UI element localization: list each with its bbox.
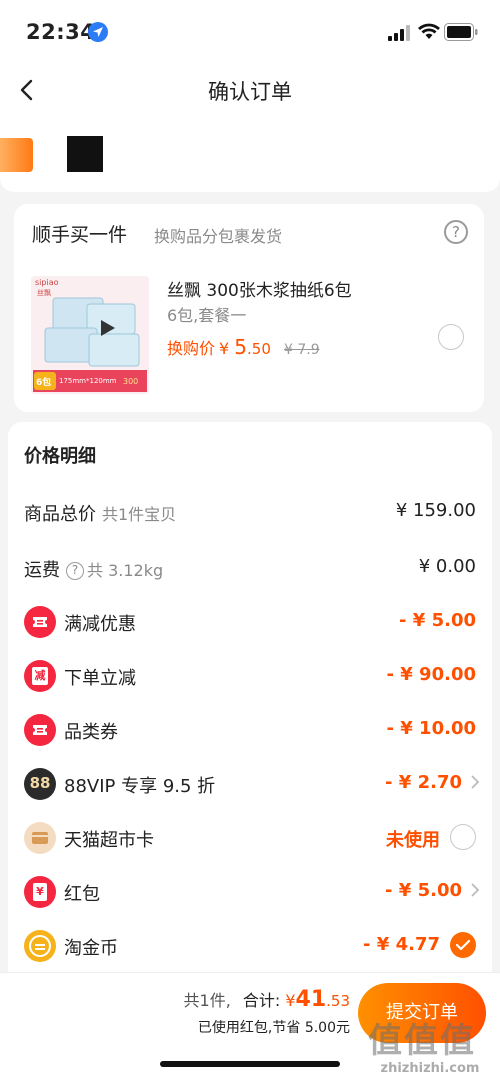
vip-discount-row[interactable]: 88 88VIP 专享 9.5 折 - ¥ 2.70 <box>8 764 492 804</box>
tmall-card-radio[interactable] <box>450 824 476 850</box>
help-icon[interactable]: ? <box>444 220 468 244</box>
shipping-row: 运费? 共 3.12kg ¥ 0.00 <box>8 548 492 588</box>
price-label: 换购价 <box>167 339 216 358</box>
thumb-brand-cn: 丝飘 <box>37 289 51 297</box>
original-price: ¥ 7.9 <box>283 342 320 358</box>
location-arrow-icon <box>88 22 108 42</box>
total-integer: 41 <box>295 987 327 1012</box>
category-coupon-label: 品类券 <box>64 722 118 743</box>
reduce-icon: 减 <box>24 660 56 692</box>
gold-coin-label: 淘金币 <box>64 938 118 959</box>
addon-select-radio[interactable] <box>438 324 464 350</box>
ticket-icon <box>24 714 56 746</box>
shipping-label-group: 运费? 共 3.12kg <box>24 556 163 582</box>
goods-total-value: ¥ 159.00 <box>395 500 476 521</box>
shipping-help-icon[interactable]: ? <box>66 562 84 580</box>
page-title: 确认订单 <box>208 80 292 104</box>
address-censor-block <box>0 138 33 172</box>
vip-discount-value: - ¥ 2.70 <box>385 772 462 793</box>
address-card[interactable] <box>0 116 500 192</box>
price-integer: 5 <box>234 335 248 359</box>
product-spec: 6包,套餐一 <box>167 306 247 325</box>
addon-title: 顺手买一件 <box>32 224 128 246</box>
submit-order-button[interactable]: 提交订单 <box>358 983 486 1043</box>
red-packet-label: 红包 <box>64 884 100 905</box>
tmall-card-value: 未使用 <box>386 830 440 851</box>
order-confirm-page: 22:34 确认订单 顺手买一件 换购品分包裹发货 ? sipiao 丝飘 6包… <box>0 0 500 1083</box>
thumb-badge: 6包 <box>36 378 52 388</box>
vip88-icon: 88 <box>24 768 56 800</box>
cellular-signal-icon <box>388 25 410 41</box>
addon-card: 顺手买一件 换购品分包裹发货 ? sipiao 丝飘 6包 175mm*120m… <box>14 204 484 412</box>
red-packet-value: - ¥ 5.00 <box>385 880 462 901</box>
ticket-icon <box>24 606 56 638</box>
total-decimal: .53 <box>326 992 350 1010</box>
category-coupon-value: - ¥ 10.00 <box>386 718 476 739</box>
coin-icon <box>24 930 56 962</box>
category-coupon-row: 品类券 - ¥ 10.00 <box>8 710 492 750</box>
thumb-size: 175mm*120mm <box>59 377 117 385</box>
red-packet-row[interactable]: ¥ 红包 - ¥ 5.00 <box>8 872 492 912</box>
battery-icon <box>444 23 478 41</box>
addon-subtitle: 换购品分包裹发货 <box>154 227 283 246</box>
goods-total-label: 商品总价 <box>24 504 96 525</box>
gold-coin-value: - ¥ 4.77 <box>363 934 440 955</box>
product-price: 换购价 ¥ 5.50 ¥ 7.9 <box>167 335 320 359</box>
chevron-right-icon <box>470 774 480 795</box>
chevron-right-icon <box>470 882 480 903</box>
status-time: 22:34 <box>26 20 96 44</box>
status-bar: 22:34 <box>0 0 500 64</box>
saving-note: 已使用红包,节省 5.00元 <box>197 1020 350 1036</box>
bottom-bar: 共1件, 合计: ¥41.53 已使用红包,节省 5.00元 提交订单 值值值 z… <box>0 972 500 1083</box>
tmall-card-label: 天猫超市卡 <box>64 830 154 851</box>
product-thumbnail[interactable]: sipiao 丝飘 6包 175mm*120mm 300 <box>31 276 149 394</box>
price-decimal: .50 <box>247 340 271 358</box>
thumb-count: 300 <box>123 377 139 386</box>
total-currency: ¥ <box>285 991 296 1010</box>
price-details-heading: 价格明细 <box>24 446 96 467</box>
order-reduction-label: 下单立减 <box>64 668 136 689</box>
full-reduction-label: 满减优惠 <box>64 614 136 635</box>
product-name[interactable]: 丝飘 300张木浆抽纸6包 <box>167 276 352 301</box>
shipping-weight: 共 3.12kg <box>87 561 164 580</box>
total-label: 合计: <box>242 991 281 1010</box>
wifi-icon <box>418 23 440 39</box>
thumb-brand: sipiao <box>35 278 59 287</box>
order-reduction-value: - ¥ 90.00 <box>386 664 476 685</box>
total-line: 共1件, 合计: ¥41.53 <box>184 987 350 1012</box>
home-indicator <box>160 1061 340 1067</box>
reduce-icon-glyph: 减 <box>32 667 48 685</box>
goods-total-sub: 共1件宝贝 <box>102 505 177 524</box>
full-reduction-row: 满减优惠 - ¥ 5.00 <box>8 602 492 642</box>
vip88-icon-glyph: 88 <box>29 774 51 792</box>
order-reduction-row: 减 下单立减 - ¥ 90.00 <box>8 656 492 696</box>
goods-total-label-group: 商品总价 共1件宝贝 <box>24 500 176 526</box>
watermark-text: zhizhizhi.com <box>380 1061 480 1076</box>
red-packet-icon: ¥ <box>24 876 56 908</box>
shipping-value: ¥ 0.00 <box>418 556 476 577</box>
full-reduction-value: - ¥ 5.00 <box>399 610 476 631</box>
vip-discount-label: 88VIP 专享 9.5 折 <box>64 776 216 797</box>
goods-total-row: 商品总价 共1件宝贝 ¥ 159.00 <box>8 492 492 532</box>
price-currency: ¥ <box>219 339 230 358</box>
gold-coin-checked-radio[interactable] <box>450 932 476 958</box>
red-packet-icon-glyph: ¥ <box>33 883 47 901</box>
price-details-card: 价格明细 商品总价 共1件宝贝 ¥ 159.00 运费? 共 3.12kg ¥ 0.… <box>8 422 492 982</box>
nav-bar: 确认订单 <box>0 64 500 116</box>
item-count: 共1件, <box>183 991 231 1010</box>
address-censor-block <box>67 136 103 172</box>
tmall-card-row[interactable]: 天猫超市卡 未使用 <box>8 818 492 858</box>
shipping-label: 运费 <box>24 560 60 581</box>
gold-coin-row[interactable]: 淘金币 - ¥ 4.77 <box>8 926 492 966</box>
card-icon <box>24 822 56 854</box>
